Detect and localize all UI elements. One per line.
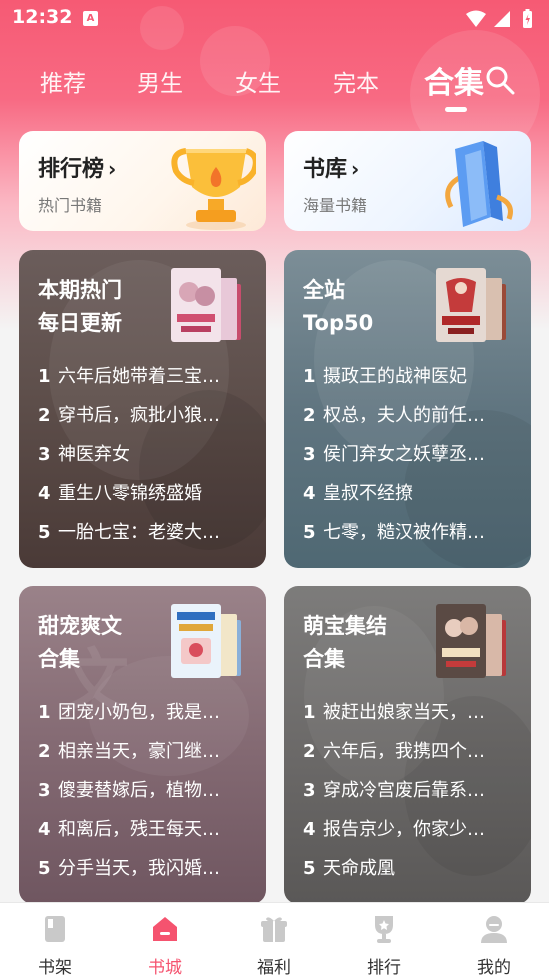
chevron-right-icon: › xyxy=(108,157,117,181)
collection-card-sweet[interactable]: 文 甜宠爽文 合集 1 团宠小奶包，我是… 2 相亲当天，豪门继… 3 傻妻替嫁后，植… xyxy=(19,586,266,904)
category-tabs: 推荐 男生 女生 完本 合集 xyxy=(0,58,549,118)
list-item[interactable]: 2 权总，夫人的前任… xyxy=(303,401,513,440)
list-item[interactable]: 2 穿书后，疯批小狼… xyxy=(38,401,248,440)
list-item[interactable]: 5 分手当天，我闪婚… xyxy=(38,854,248,893)
nav-ranking[interactable]: 排行 xyxy=(329,903,439,976)
list-item[interactable]: 3 神医弃女 xyxy=(38,440,248,479)
search-icon[interactable] xyxy=(484,64,516,96)
notification-icon: A xyxy=(83,11,98,26)
tab-collections[interactable]: 合集 xyxy=(424,58,484,102)
book-cover-stack xyxy=(171,268,241,342)
ranking-subtitle: 热门书籍 xyxy=(38,196,103,215)
list-item[interactable]: 3 侯门弃女之妖孽丞… xyxy=(303,440,513,479)
collection-title: 甜宠爽文 合集 xyxy=(38,614,122,671)
ranking-card[interactable]: 排行榜 › 热门书籍 xyxy=(19,131,266,231)
library-subtitle: 海量书籍 xyxy=(303,196,368,215)
list-item[interactable]: 5 七零，糙汉被作精… xyxy=(303,518,513,557)
collection-book-list: 1 六年后她带着三宝… 2 穿书后，疯批小狼… 3 神医弃女 4 重生八零锦绣盛婚 5一… xyxy=(38,362,248,557)
collection-card-hot[interactable]: 本期热门 每日更新 1 六年后她带着三宝… 2 穿书后，疯批小狼… 3 神医弃女 4重… xyxy=(19,250,266,568)
tab-completed[interactable]: 完本 xyxy=(333,64,379,98)
book-icon xyxy=(45,916,65,942)
ranking-title: 排行榜 › xyxy=(38,157,117,182)
status-bar: 12:32 A xyxy=(0,0,549,38)
collection-title: 本期热门 每日更新 xyxy=(38,278,122,335)
book-cover-stack xyxy=(436,268,506,342)
status-icons xyxy=(466,9,532,28)
home-icon xyxy=(153,917,177,941)
list-item[interactable]: 1 团宠小奶包，我是… xyxy=(38,698,248,737)
tab-male[interactable]: 男生 xyxy=(137,64,183,98)
list-item[interactable]: 5 天命成凰 xyxy=(303,854,513,893)
list-item[interactable]: 1 摄政王的战神医妃 xyxy=(303,362,513,401)
trophy-illustration xyxy=(171,148,256,230)
list-item[interactable]: 1 被赶出娘家当天，… xyxy=(303,698,513,737)
list-item[interactable]: 2 相亲当天，豪门继… xyxy=(38,737,248,776)
list-item[interactable]: 1 六年后她带着三宝… xyxy=(38,362,248,401)
user-icon xyxy=(481,916,507,943)
library-card[interactable]: 书库 › 海量书籍 xyxy=(284,131,531,231)
list-item[interactable]: 5 一胎七宝：老婆大… xyxy=(38,518,248,557)
tab-indicator xyxy=(445,107,467,112)
list-item[interactable]: 4 重生八零锦绣盛婚 xyxy=(38,479,248,518)
tab-female[interactable]: 女生 xyxy=(235,64,281,98)
book-cover-stack xyxy=(171,604,241,678)
nav-bookstore[interactable]: 书城 xyxy=(110,903,220,976)
collection-book-list: 1 摄政王的战神医妃 2 权总，夫人的前任… 3 侯门弃女之妖孽丞… 4 皇叔不经撩 5… xyxy=(303,362,513,557)
nav-label: 书城 xyxy=(148,958,182,976)
library-title: 书库 › xyxy=(303,157,360,182)
tab-recommend[interactable]: 推荐 xyxy=(40,64,86,98)
book-cover-stack xyxy=(436,604,506,678)
bottom-nav: 书架 书城 福利 排行 我的 xyxy=(0,902,549,976)
nav-profile[interactable]: 我的 xyxy=(439,903,549,976)
list-item[interactable]: 3 傻妻替嫁后，植物… xyxy=(38,776,248,815)
nav-bookshelf[interactable]: 书架 xyxy=(0,903,110,976)
gift-icon xyxy=(261,917,287,942)
nav-label: 福利 xyxy=(257,958,291,976)
signal-icon xyxy=(494,11,510,27)
status-time: 12:32 xyxy=(12,6,73,28)
list-item[interactable]: 4 皇叔不经撩 xyxy=(303,479,513,518)
nav-label: 我的 xyxy=(477,958,511,976)
trophy-icon xyxy=(375,916,393,943)
nav-label: 书架 xyxy=(38,958,72,976)
list-item[interactable]: 4 和离后，残王每天… xyxy=(38,815,248,854)
list-item[interactable]: 3 穿成冷宫废后靠系… xyxy=(303,776,513,815)
list-item[interactable]: 2 六年后，我携四个… xyxy=(303,737,513,776)
nav-label: 排行 xyxy=(367,958,401,976)
collection-book-list: 1 被赶出娘家当天，… 2 六年后，我携四个… 3 穿成冷宫废后靠系… 4 报告京少，你… xyxy=(303,698,513,893)
wifi-icon xyxy=(466,10,486,27)
nav-welfare[interactable]: 福利 xyxy=(219,903,329,976)
books-illustration xyxy=(445,141,513,227)
chevron-right-icon: › xyxy=(351,157,360,181)
list-item[interactable]: 4 报告京少，你家少… xyxy=(303,815,513,854)
collection-book-list: 1 团宠小奶包，我是… 2 相亲当天，豪门继… 3 傻妻替嫁后，植物… 4 和离后，残王… xyxy=(38,698,248,893)
collection-card-top50[interactable]: 全站 Top50 1 摄政王的战神医妃 2 权总，夫人的前任… 3 侯门弃女之妖孽丞…… xyxy=(284,250,531,568)
collection-title: 萌宝集结 合集 xyxy=(303,614,387,671)
collection-card-baby[interactable]: 萌宝集结 合集 1 被赶出娘家当天，… 2 六年后，我携四个… 3 穿成冷宫废后靠系…… xyxy=(284,586,531,904)
collection-title: 全站 Top50 xyxy=(303,278,374,335)
